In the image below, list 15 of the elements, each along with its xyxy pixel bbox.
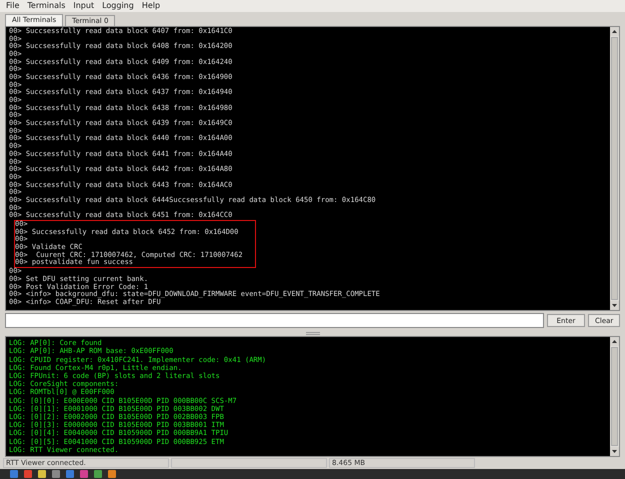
splitter-handle[interactable] <box>306 332 320 335</box>
scroll-thumb[interactable] <box>611 36 618 300</box>
menu-item[interactable]: File <box>6 1 20 10</box>
scrollbar[interactable] <box>610 26 619 310</box>
scroll-down-icon[interactable] <box>610 301 619 310</box>
scroll-up-icon[interactable] <box>610 337 619 346</box>
menu-item[interactable]: Help <box>142 1 160 10</box>
scrollbar[interactable] <box>610 337 619 456</box>
scroll-up-icon[interactable] <box>610 26 619 36</box>
menu-item[interactable]: Terminals <box>27 1 66 10</box>
scroll-thumb[interactable] <box>611 347 618 446</box>
input-field[interactable] <box>5 313 544 328</box>
menu-item[interactable]: Input <box>73 1 94 10</box>
menu-item[interactable]: Logging <box>102 1 134 10</box>
scroll-down-icon[interactable] <box>610 447 619 456</box>
